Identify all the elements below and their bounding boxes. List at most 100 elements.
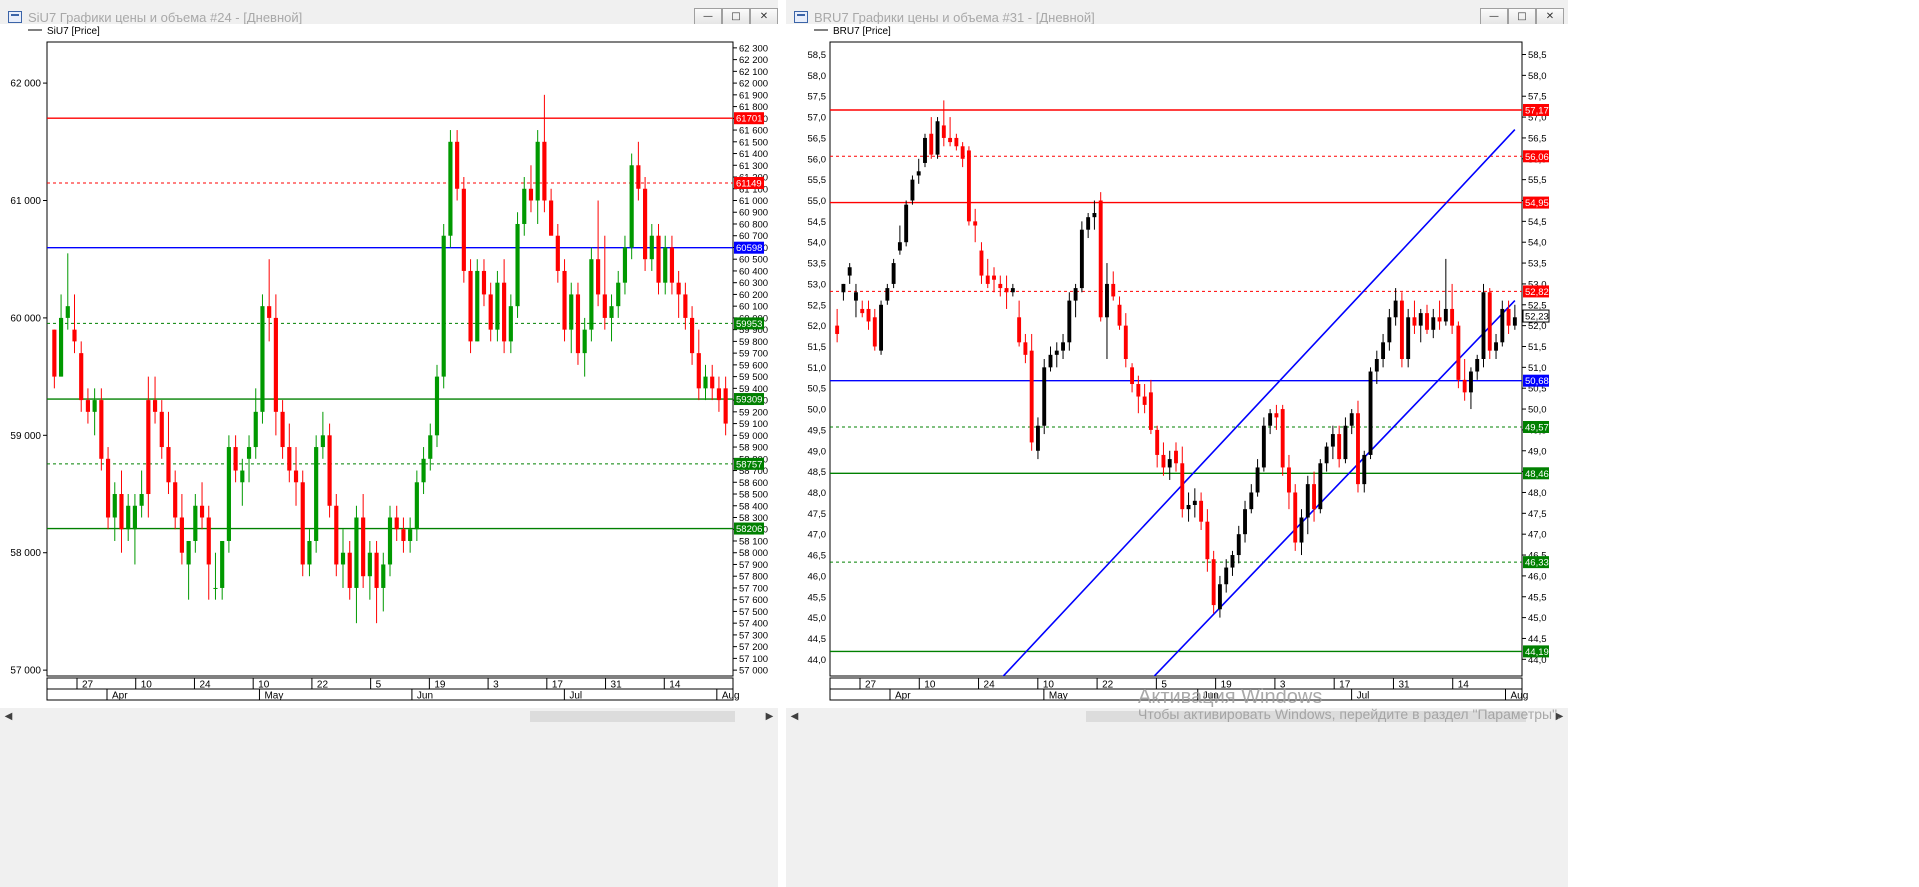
candle-body: [929, 133, 934, 155]
month-label: May: [264, 691, 283, 702]
candle-body: [99, 400, 104, 459]
scroll-left-icon[interactable]: ◀: [0, 708, 17, 725]
candle-body: [1381, 342, 1386, 359]
chart-area[interactable]: BRU7 [Price] 44,0 44,5 45,0 45,5 46,0 46,5 47,0…: [786, 24, 1568, 708]
candle-body: [904, 204, 909, 243]
candle-body: [374, 552, 379, 588]
price-chart[interactable]: SiU7 [Price]57 00057 10057 20057 30057 4…: [0, 24, 778, 708]
y-tick-label-right: 44,5: [1528, 634, 1547, 645]
candle-body: [1155, 429, 1160, 455]
chart-area[interactable]: SiU7 [Price] 57 000 57 100 57 200 57 300 57 4…: [0, 24, 778, 708]
candle-body: [649, 235, 654, 260]
y-tick-label-left: 53,5: [808, 259, 827, 270]
candle-body: [441, 235, 446, 377]
legend-label: BRU7 [Price]: [833, 26, 891, 37]
y-tick-label-right: 51,5: [1528, 342, 1547, 353]
window-title: BRU7 Графики цены и объема #31 - [Дневно…: [814, 10, 1095, 25]
month-label: Jun: [417, 691, 433, 702]
candle-body: [948, 137, 953, 143]
candle-body: [1211, 559, 1216, 606]
date-tick-label: 24: [199, 680, 211, 691]
candle-body: [1343, 425, 1348, 460]
y-tick-label-right: 60 500: [739, 255, 768, 266]
candle-body: [280, 411, 285, 448]
scroll-thumb[interactable]: [530, 711, 735, 722]
y-tick-label-right: 54,5: [1528, 217, 1547, 228]
y-tick-label-right: 46,0: [1528, 571, 1547, 582]
candle-body: [1500, 308, 1505, 343]
candle-body: [387, 517, 393, 565]
candle-body: [609, 306, 614, 318]
candle-body: [860, 308, 865, 314]
plot-frame: [46, 41, 734, 677]
candle-body: [1192, 500, 1197, 505]
y-tick-label-right: 57 800: [739, 572, 768, 583]
level-tag-label: 61149: [736, 179, 762, 190]
date-tick-label: 14: [669, 680, 681, 691]
candle-body: [132, 505, 137, 530]
candle-body: [179, 517, 184, 553]
candle-body: [1073, 288, 1078, 301]
level-tag-label: 59309: [736, 395, 762, 406]
candle-body: [973, 221, 978, 226]
candle-body: [582, 329, 587, 354]
scroll-left-icon[interactable]: ◀: [786, 708, 803, 725]
candle-body: [65, 306, 70, 318]
candle-body: [1048, 354, 1053, 368]
candle-body: [1148, 392, 1153, 430]
y-tick-label-right: 59 200: [739, 407, 768, 418]
candle-body: [408, 529, 413, 541]
candle-body: [52, 329, 57, 377]
candle-body: [1393, 300, 1398, 318]
date-tick-label: 27: [82, 680, 94, 691]
candle-body: [1205, 521, 1210, 560]
scroll-right-icon[interactable]: ▶: [761, 708, 778, 725]
y-tick-label-right: 60 400: [739, 266, 768, 277]
y-tick-label-right: 58 300: [739, 513, 768, 524]
y-tick-label-right: 59 100: [739, 419, 768, 430]
candle-body: [293, 470, 299, 483]
candle-body: [872, 317, 877, 347]
candle-body: [923, 137, 927, 163]
candle-body: [1092, 213, 1097, 218]
candle-body: [669, 247, 675, 283]
candle-body: [327, 435, 332, 506]
candle-body: [502, 282, 507, 342]
y-tick-label-right: 59 500: [739, 372, 768, 383]
candle-body: [159, 411, 164, 448]
candle-body: [897, 242, 902, 251]
candle-body: [1142, 396, 1147, 405]
candle-body: [683, 294, 688, 318]
candle-body: [562, 270, 567, 330]
candle-body: [1249, 492, 1254, 510]
y-tick-label-left: 46,0: [808, 571, 827, 582]
candle-body: [1243, 509, 1247, 535]
level-tag-label: 49,57: [1525, 422, 1549, 433]
candle-body: [240, 470, 245, 483]
y-tick-label-right: 61 300: [739, 161, 768, 172]
candle-body: [58, 317, 64, 377]
candle-body: [455, 141, 460, 189]
month-label: Apr: [112, 691, 128, 702]
candle-body: [1456, 325, 1461, 380]
candle-body: [226, 447, 231, 541]
candle-body: [72, 329, 77, 342]
candle-body: [173, 482, 178, 518]
y-tick-label-right: 58 500: [739, 490, 768, 501]
y-tick-label-right: 57 700: [739, 583, 768, 594]
candle-body: [1287, 467, 1291, 493]
level-tag-label: 58757: [736, 459, 762, 470]
candle-body: [334, 505, 339, 565]
y-tick-label-right: 55,5: [1528, 175, 1547, 186]
month-label: May: [1049, 691, 1068, 702]
y-tick-label-right: 62 300: [739, 43, 768, 54]
y-tick-label-right: 54,0: [1528, 238, 1547, 249]
y-tick-label-left: 49,5: [808, 425, 827, 436]
price-chart[interactable]: BRU7 [Price] 44,0 44,5 45,0 45,5 46,0 46,5 47,0…: [786, 24, 1568, 708]
desktop-background: [1568, 0, 1919, 887]
y-tick-label-left: 56,0: [808, 154, 827, 165]
horizontal-scrollbar[interactable]: ◀ ▶: [0, 708, 778, 725]
y-tick-label-left: 57 000: [10, 666, 41, 677]
candle-body: [1010, 288, 1015, 293]
candle-body: [1437, 317, 1442, 322]
